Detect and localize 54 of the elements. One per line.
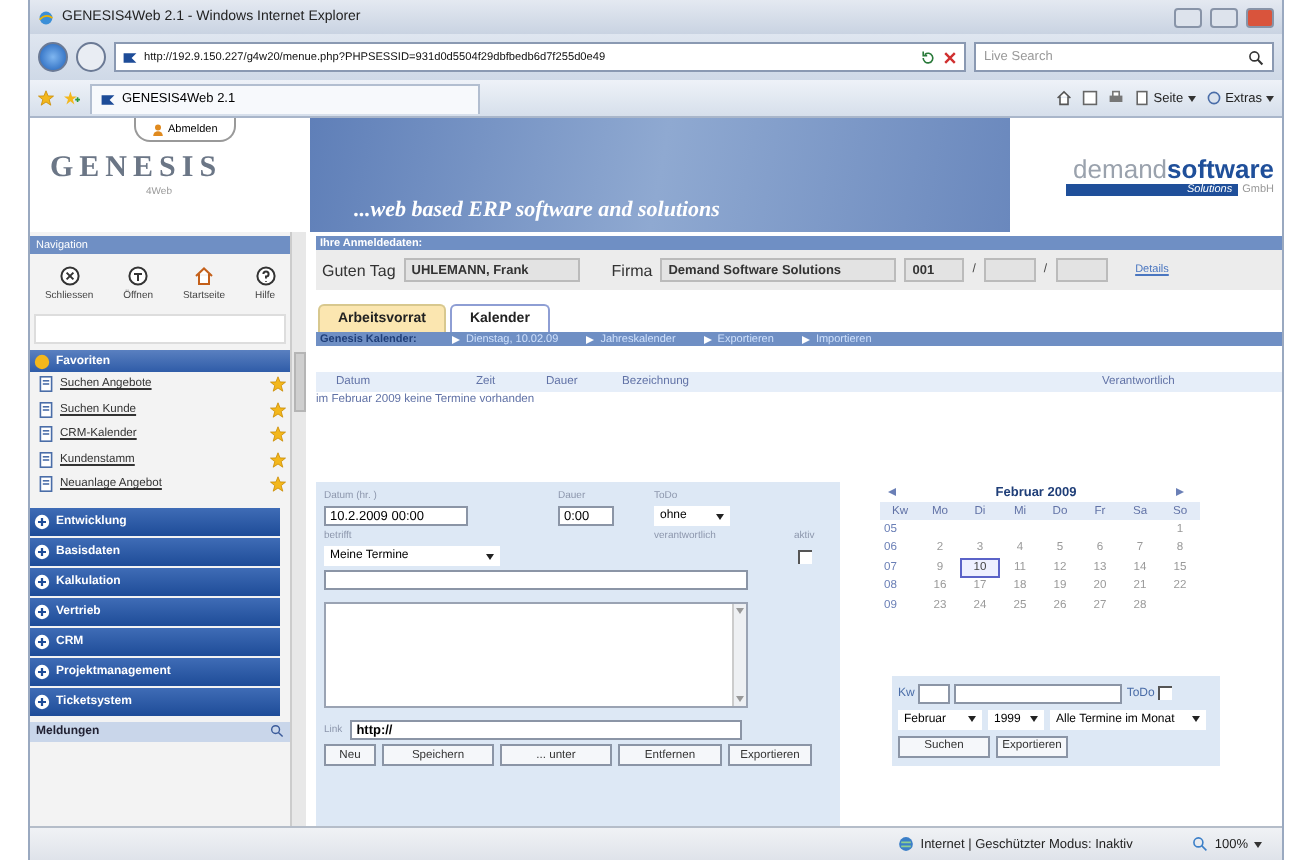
star-icon <box>270 376 286 393</box>
brand-name-bold: software <box>1167 154 1274 184</box>
star-icon <box>38 90 54 106</box>
maximize-button[interactable] <box>1210 7 1238 27</box>
plus-circle-icon <box>34 543 50 560</box>
document-icon <box>38 376 54 393</box>
browser-icon <box>38 9 54 25</box>
plus-circle-icon <box>34 633 50 650</box>
logo-text: GENESIS <box>50 152 225 186</box>
zoom-icon <box>1192 836 1209 852</box>
company-label: Firma <box>611 261 653 279</box>
close-button[interactable] <box>1246 7 1274 27</box>
search-icon <box>270 724 284 738</box>
star-icon <box>270 451 286 468</box>
star-icon <box>270 426 286 443</box>
plus-circle-icon <box>34 603 50 620</box>
brand-name: demand <box>1073 154 1168 184</box>
document-icon <box>38 401 54 418</box>
open-circle-icon <box>128 266 149 286</box>
plus-circle-icon <box>34 663 50 680</box>
close-circle-icon <box>59 266 80 286</box>
globe-icon <box>898 836 915 852</box>
active-checkbox[interactable] <box>798 549 812 563</box>
description-field[interactable] <box>324 602 748 708</box>
search-icon <box>1248 49 1264 65</box>
search-text-field[interactable] <box>954 683 1123 703</box>
help-icon <box>255 266 276 286</box>
plus-circle-icon <box>34 513 50 530</box>
refresh-icon <box>920 49 936 65</box>
document-icon <box>38 426 54 443</box>
star-icon <box>270 401 286 418</box>
plus-circle-icon <box>34 573 50 590</box>
person-icon <box>152 123 164 135</box>
back-button[interactable] <box>38 42 68 72</box>
home-icon <box>1055 90 1072 106</box>
print-icon <box>1107 90 1124 106</box>
star-icon <box>270 476 286 493</box>
title-field[interactable] <box>324 570 748 590</box>
add-favorite-icon <box>64 90 80 106</box>
number-field <box>1055 258 1108 282</box>
minimize-button[interactable] <box>1174 7 1202 27</box>
greeting-label: Guten Tag <box>322 261 396 279</box>
scrollbar[interactable] <box>290 232 306 826</box>
stop-icon <box>942 49 958 65</box>
plus-circle-icon <box>34 693 50 710</box>
number-field <box>983 258 1036 282</box>
home-icon <box>194 266 215 286</box>
document-icon <box>38 476 54 493</box>
document-icon <box>38 451 54 468</box>
star-circle-icon <box>34 353 50 369</box>
slogan: ...web based ERP software and solutions <box>354 198 720 222</box>
forward-button[interactable] <box>76 42 106 72</box>
todo-checkbox[interactable] <box>1158 686 1173 700</box>
week-field[interactable] <box>918 683 951 703</box>
